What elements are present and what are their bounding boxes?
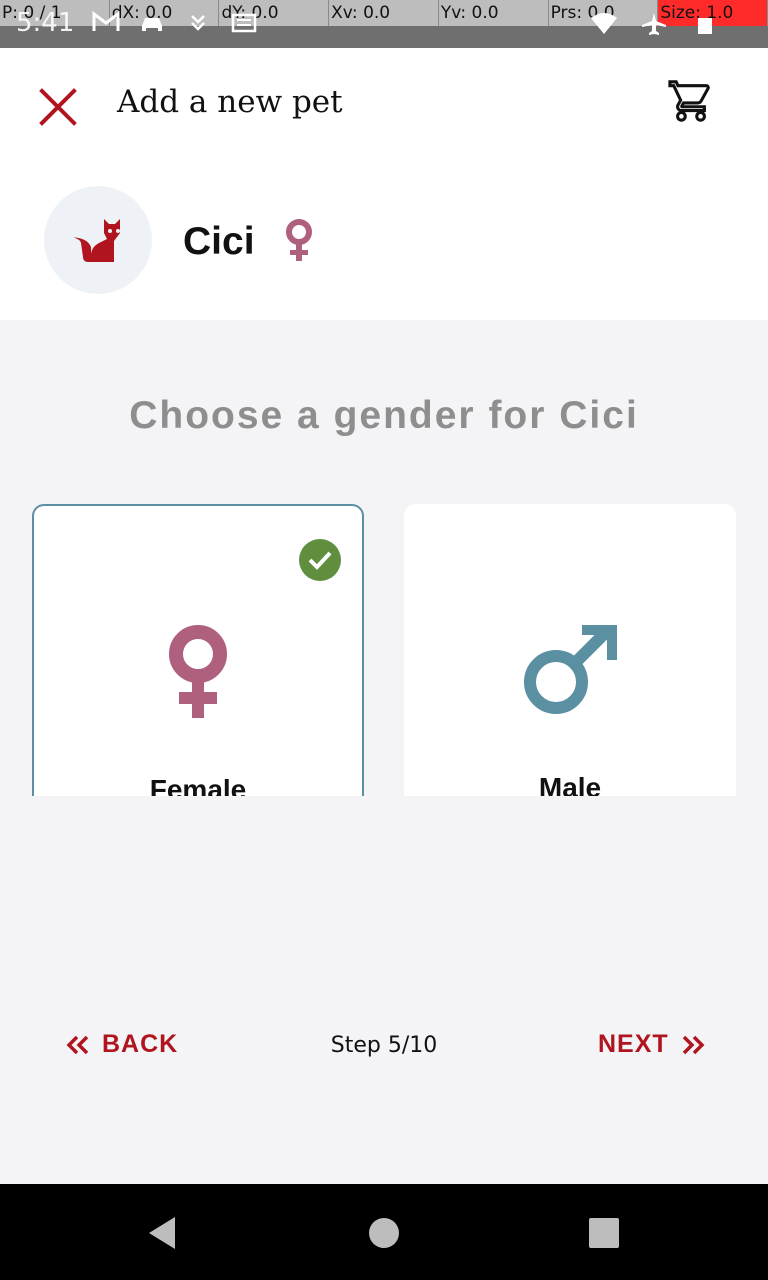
pet-name: Cici — [183, 220, 255, 263]
cart-button[interactable] — [668, 78, 714, 124]
male-icon — [524, 625, 617, 714]
cart-icon — [668, 80, 710, 122]
gender-prompt: Choose a gender for Cici — [129, 394, 639, 437]
next-button[interactable]: NEXT — [598, 1030, 705, 1059]
debug-yv: Yv: 0.0 — [439, 0, 549, 26]
recents-square-icon[interactable] — [585, 1214, 623, 1252]
gender-label-male: Male — [538, 772, 602, 796]
wifi-icon — [591, 13, 617, 34]
back-triangle-icon[interactable] — [145, 1214, 183, 1252]
next-label: NEXT — [598, 1030, 669, 1058]
home-circle-icon[interactable] — [365, 1214, 403, 1252]
pet-summary: Cici — [0, 160, 768, 320]
cat-icon — [74, 219, 120, 262]
car-icon — [142, 18, 162, 31]
download-icon — [191, 15, 205, 31]
close-icon — [39, 88, 77, 126]
avatar — [44, 186, 152, 294]
app-header: Add a new pet — [0, 48, 768, 160]
system-navigation-bar — [0, 1184, 768, 1280]
gender-option-male[interactable]: Male — [404, 504, 736, 796]
check-icon — [299, 539, 341, 581]
debug-xv: Xv: 0.0 — [329, 0, 439, 26]
airplane-icon — [642, 13, 666, 35]
status-icons-left — [92, 10, 258, 34]
page-title: Add a new pet — [117, 84, 343, 120]
news-icon — [231, 13, 257, 33]
status-icons-right — [590, 12, 718, 36]
double-chevron-right-icon — [682, 1035, 705, 1054]
gmail-icon — [92, 11, 120, 31]
female-icon — [286, 219, 312, 261]
female-icon — [169, 625, 227, 718]
battery-icon — [698, 18, 712, 34]
gender-option-female[interactable]: Female — [32, 504, 364, 796]
gender-label-female: Female — [149, 774, 247, 796]
close-button[interactable] — [34, 83, 82, 131]
status-time: 5:41 — [16, 8, 75, 38]
